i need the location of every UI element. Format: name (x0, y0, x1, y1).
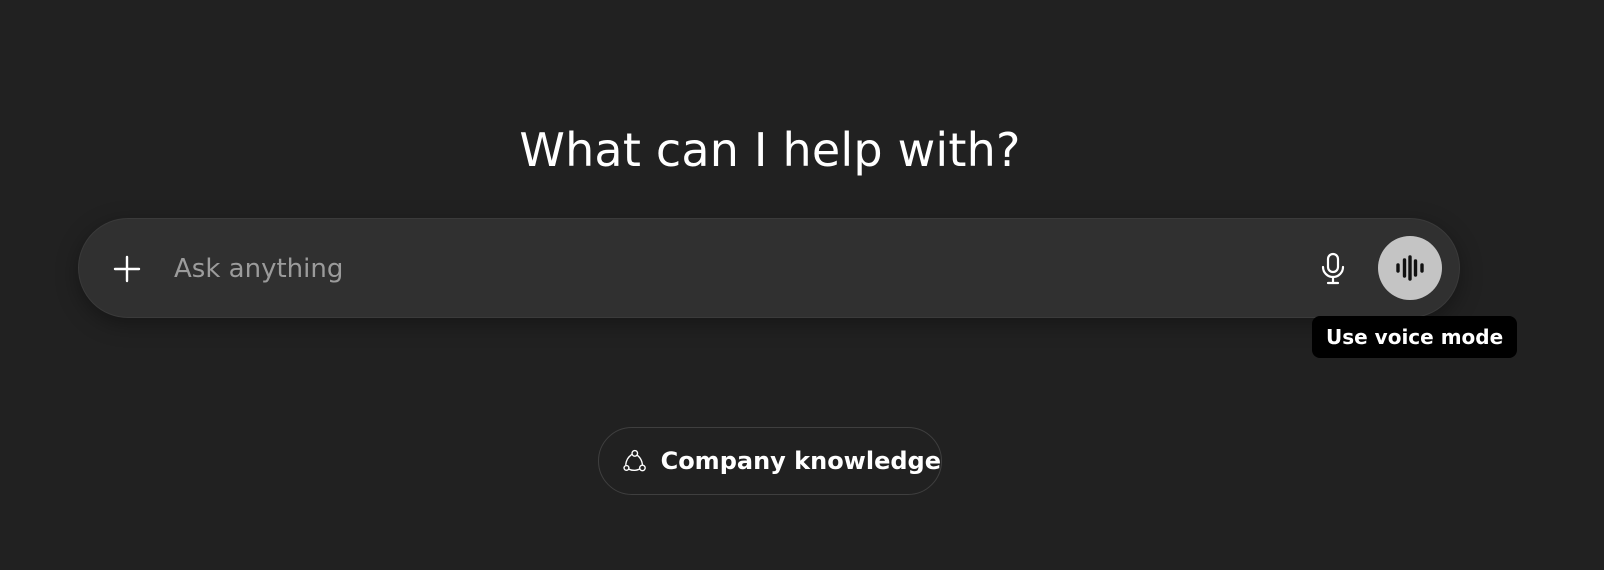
voice-waveform-icon (1396, 255, 1424, 281)
prompt-input[interactable] (174, 247, 1254, 291)
page-title: What can I help with? (519, 122, 1021, 177)
composer (78, 218, 1460, 318)
voice-mode-button[interactable] (1378, 236, 1442, 300)
suggestion-chip-company-knowledge[interactable]: Company knowledge (598, 427, 942, 495)
voice-mode-tooltip: Use voice mode (1312, 316, 1518, 358)
plus-icon (113, 255, 141, 283)
attach-button[interactable] (103, 245, 151, 293)
connectors-icon (623, 449, 646, 472)
dictate-button[interactable] (1309, 245, 1357, 293)
chat-home: What can I help with? Ask anything Use v… (0, 0, 1604, 570)
microphone-icon (1321, 252, 1345, 285)
suggestion-chip-label: Company knowledge (660, 447, 941, 475)
